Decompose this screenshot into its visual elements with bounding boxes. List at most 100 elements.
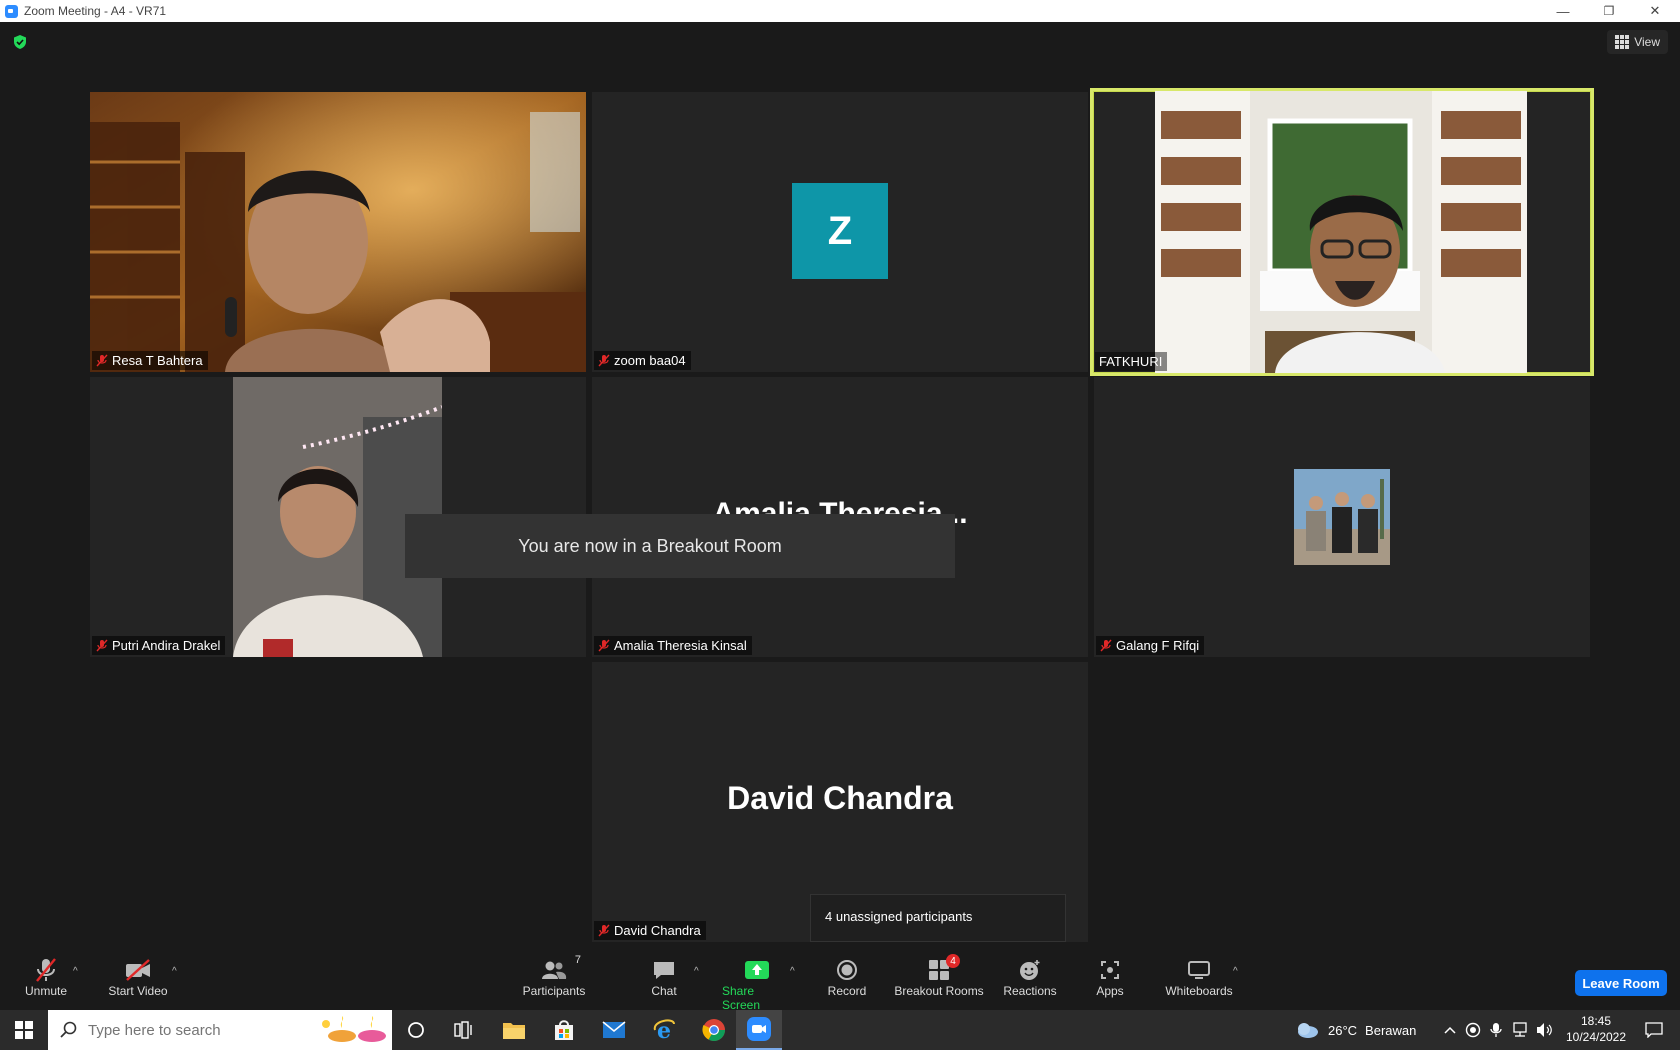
start-video-button[interactable]: Start Video <box>106 956 170 998</box>
participants-count: 7 <box>574 954 581 966</box>
internet-explorer-icon: e <box>653 1018 675 1042</box>
tooltip-text: 4 unassigned participants <box>825 909 973 924</box>
cortana-circle-icon <box>408 1022 424 1038</box>
audio-options-caret[interactable]: ^ <box>73 966 78 977</box>
video-tile-fatkhuri[interactable]: FATKHURI <box>1090 88 1594 376</box>
participant-name: Galang F Rifqi <box>1116 638 1200 653</box>
tray-volume[interactable] <box>1534 1010 1556 1050</box>
zoom-app-icon <box>747 1017 771 1041</box>
apps-button[interactable]: Apps <box>1094 956 1126 998</box>
weather-widget[interactable]: 26°C Berawan <box>1294 1010 1434 1050</box>
reactions-label: Reactions <box>1003 984 1057 998</box>
participant-nametag: zoom baa04 <box>594 351 691 370</box>
view-label: View <box>1634 35 1660 49</box>
internet-explorer-button[interactable]: e <box>644 1010 684 1050</box>
participants-button[interactable]: 7 Participants <box>522 954 586 998</box>
chevron-up-icon <box>1444 1026 1456 1034</box>
record-icon <box>837 960 857 980</box>
notification-icon <box>1645 1022 1663 1038</box>
meeting-area: View Resa T Bahtera Z zoom baa04 FATKHUR… <box>0 22 1680 950</box>
folder-icon <box>503 1023 525 1039</box>
video-tile-galang[interactable]: Galang F Rifqi <box>1094 377 1590 657</box>
store-bag-icon <box>555 1020 573 1040</box>
zoom-taskbar-button[interactable] <box>736 1010 782 1050</box>
participant-display-name: David Chandra <box>727 780 953 816</box>
view-button[interactable]: View <box>1607 30 1668 54</box>
microphone-icon <box>1490 1023 1502 1037</box>
whiteboards-options-caret[interactable]: ^ <box>1233 966 1238 977</box>
search-input[interactable] <box>88 1021 318 1039</box>
breakout-rooms-button[interactable]: 4 Breakout Rooms <box>894 954 984 998</box>
windows-logo-icon <box>15 1021 33 1039</box>
record-button[interactable]: Record <box>826 956 868 998</box>
toast-message: You are now in a Breakout Room <box>518 535 782 556</box>
participant-nametag: Putri Andira Drakel <box>92 636 226 655</box>
encryption-shield-icon[interactable] <box>12 34 28 50</box>
start-video-label: Start Video <box>108 984 168 998</box>
taskbar-clock[interactable]: 18:45 10/24/2022 <box>1560 1013 1632 1045</box>
taskbar-search[interactable] <box>48 1010 392 1050</box>
participant-nametag: David Chandra <box>594 921 706 940</box>
share-options-caret[interactable]: ^ <box>790 966 795 977</box>
participant-name: Putri Andira Drakel <box>112 638 221 653</box>
action-center-button[interactable] <box>1634 1010 1674 1050</box>
mic-muted-icon <box>96 354 108 367</box>
mic-muted-icon <box>598 924 610 937</box>
participant-nametag: Galang F Rifqi <box>1096 636 1205 655</box>
weather-temperature: 26°C <box>1328 1022 1358 1038</box>
tray-network[interactable] <box>1508 1010 1532 1050</box>
video-feed-library <box>90 92 586 372</box>
mail-icon <box>602 1021 626 1038</box>
whiteboards-button[interactable]: Whiteboards <box>1164 956 1234 998</box>
chat-button[interactable]: Chat <box>648 956 680 998</box>
participant-nametag: FATKHURI <box>1095 352 1168 371</box>
meeting-toolbar: Unmute ^ Start Video ^ 7 Participants Ch… <box>0 950 1680 1012</box>
search-icon <box>60 1021 77 1038</box>
video-tile-resa[interactable]: Resa T Bahtera <box>90 92 586 372</box>
restore-button[interactable]: ❐ <box>1586 0 1632 22</box>
whiteboard-icon <box>1188 961 1210 979</box>
leave-room-button[interactable]: Leave Room <box>1575 970 1667 996</box>
profile-picture <box>1294 469 1390 565</box>
task-view-button[interactable] <box>444 1010 484 1050</box>
minimize-button[interactable]: — <box>1540 0 1586 22</box>
video-options-caret[interactable]: ^ <box>172 966 177 977</box>
close-button[interactable]: ✕ <box>1632 0 1678 22</box>
reactions-smiley-icon <box>1020 960 1040 980</box>
unmute-button[interactable]: Unmute <box>22 956 70 998</box>
chrome-button[interactable] <box>694 1010 734 1050</box>
record-label: Record <box>827 984 867 998</box>
apps-icon <box>1101 961 1119 979</box>
share-screen-label: Share Screen <box>722 984 761 1012</box>
mail-button[interactable] <box>594 1010 634 1050</box>
video-tile-zoom-baa04[interactable]: Z zoom baa04 <box>592 92 1088 372</box>
window-title: Zoom Meeting - A4 - VR71 <box>24 4 167 18</box>
tray-record-indicator[interactable] <box>1462 1010 1484 1050</box>
file-explorer-button[interactable] <box>494 1010 534 1050</box>
video-off-icon <box>126 959 150 981</box>
speaker-volume-icon <box>1537 1023 1552 1037</box>
weather-description: Berawan <box>1365 1022 1417 1038</box>
participant-nametag: Resa T Bahtera <box>92 351 208 370</box>
mic-muted-icon <box>96 639 108 652</box>
mic-muted-icon <box>598 354 610 367</box>
unmute-label: Unmute <box>24 984 68 998</box>
share-screen-button[interactable]: Share Screen <box>722 956 792 1012</box>
tray-microphone[interactable] <box>1486 1010 1506 1050</box>
cortana-button[interactable] <box>398 1010 434 1050</box>
apps-label: Apps <box>1096 984 1124 998</box>
show-hidden-icons-button[interactable] <box>1440 1010 1460 1050</box>
breakout-rooms-label: Breakout Rooms <box>894 984 984 998</box>
start-button[interactable] <box>0 1010 48 1050</box>
participant-name: Amalia Theresia Kinsal <box>614 638 747 653</box>
chat-options-caret[interactable]: ^ <box>694 966 699 977</box>
unassigned-participants-tooltip: 4 unassigned participants <box>810 894 1066 942</box>
breakout-room-toast: You are now in a Breakout Room <box>405 514 955 578</box>
participant-nametag: Amalia Theresia Kinsal <box>594 636 752 655</box>
reactions-button[interactable]: Reactions <box>1002 956 1058 998</box>
participant-name: zoom baa04 <box>614 353 686 368</box>
chat-bubble-icon <box>654 962 674 979</box>
microsoft-store-button[interactable] <box>544 1010 584 1050</box>
participants-icon <box>542 961 567 979</box>
video-feed-bookshelf <box>1155 91 1527 373</box>
